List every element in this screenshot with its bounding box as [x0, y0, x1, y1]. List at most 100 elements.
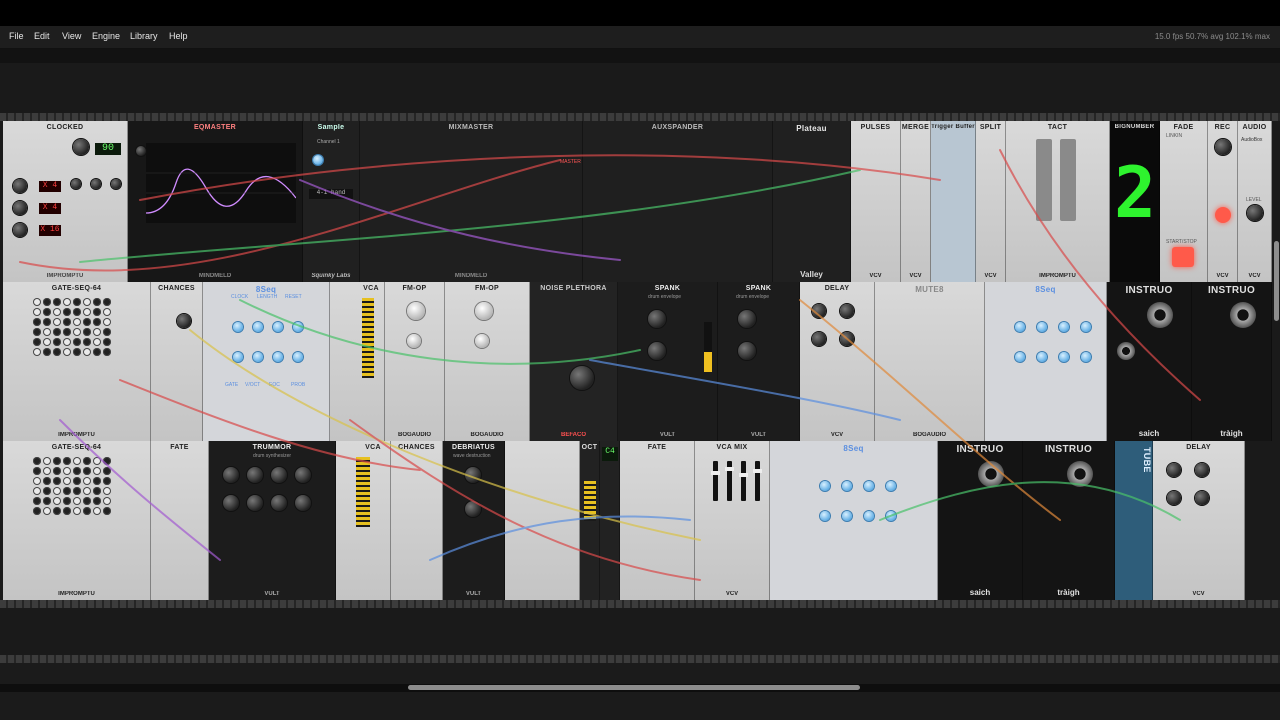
gate-step[interactable]	[53, 507, 61, 515]
step-knob[interactable]	[233, 352, 243, 362]
gate-step[interactable]	[53, 348, 61, 356]
trummor-knob[interactable]	[223, 467, 239, 483]
step-knob[interactable]	[293, 322, 303, 332]
gate-step[interactable]	[73, 328, 81, 336]
gate-step[interactable]	[93, 497, 101, 505]
gate-step[interactable]	[53, 318, 61, 326]
start-stop-button[interactable]	[1172, 247, 1194, 267]
gain-knob[interactable]	[136, 146, 146, 156]
gate-step[interactable]	[103, 497, 111, 505]
step-knob[interactable]	[273, 352, 283, 362]
gate-step[interactable]	[103, 487, 111, 495]
mix-knob[interactable]	[1195, 491, 1209, 505]
gate-step[interactable]	[43, 318, 51, 326]
gate-step[interactable]	[103, 298, 111, 306]
audio-level-knob[interactable]	[1247, 205, 1263, 221]
trummor-knob[interactable]	[295, 495, 311, 511]
gate-step[interactable]	[43, 338, 51, 346]
gate-step[interactable]	[93, 298, 101, 306]
step-knob[interactable]	[1059, 352, 1069, 362]
step-knob[interactable]	[820, 511, 830, 521]
step-knob[interactable]	[820, 481, 830, 491]
gate-step[interactable]	[93, 487, 101, 495]
gate-step[interactable]	[103, 467, 111, 475]
gate-step[interactable]	[43, 308, 51, 316]
feedback-knob[interactable]	[840, 304, 854, 318]
gate-step[interactable]	[53, 328, 61, 336]
filter-knob[interactable]	[570, 366, 594, 390]
delay-knob[interactable]	[111, 179, 121, 189]
gate-step[interactable]	[83, 338, 91, 346]
gate-step[interactable]	[83, 457, 91, 465]
menu-library[interactable]: Library	[130, 31, 158, 41]
gate-step[interactable]	[93, 318, 101, 326]
fine-knob[interactable]	[1117, 342, 1135, 360]
gate-step[interactable]	[33, 507, 41, 515]
gate-step[interactable]	[73, 308, 81, 316]
gate-step[interactable]	[43, 477, 51, 485]
gate-step[interactable]	[73, 487, 81, 495]
tone-knob[interactable]	[812, 332, 826, 346]
horizontal-scrollbar-thumb[interactable]	[408, 685, 860, 690]
gate-step[interactable]	[63, 467, 71, 475]
step-knob[interactable]	[253, 352, 263, 362]
gate-step[interactable]	[103, 318, 111, 326]
menu-view[interactable]: View	[62, 31, 81, 41]
gate-step[interactable]	[83, 298, 91, 306]
gate-step[interactable]	[33, 328, 41, 336]
gate-grid[interactable]	[33, 298, 111, 356]
ratio-knob[interactable]	[475, 302, 493, 320]
gate-step[interactable]	[63, 308, 71, 316]
drive-knob[interactable]	[465, 467, 481, 483]
gate-step[interactable]	[73, 298, 81, 306]
gate-step[interactable]	[103, 308, 111, 316]
attack-knob[interactable]	[738, 310, 756, 328]
frequency-knob[interactable]	[978, 461, 1004, 487]
gate-step[interactable]	[73, 507, 81, 515]
step-knob[interactable]	[253, 322, 263, 332]
gate-step[interactable]	[83, 497, 91, 505]
gate-step[interactable]	[33, 487, 41, 495]
gate-step[interactable]	[43, 467, 51, 475]
gate-step[interactable]	[53, 487, 61, 495]
depth-knob[interactable]	[475, 334, 489, 348]
step-knob[interactable]	[1015, 352, 1025, 362]
trummor-knob[interactable]	[223, 495, 239, 511]
menu-help[interactable]: Help	[169, 31, 188, 41]
gate-step[interactable]	[83, 328, 91, 336]
crush-knob[interactable]	[465, 501, 481, 517]
gate-step[interactable]	[103, 507, 111, 515]
gate-step[interactable]	[73, 457, 81, 465]
channel-fader[interactable]	[725, 461, 734, 501]
gate-step[interactable]	[43, 348, 51, 356]
gate-step[interactable]	[33, 318, 41, 326]
gate-step[interactable]	[93, 477, 101, 485]
frequency-knob[interactable]	[1067, 461, 1093, 487]
time-knob[interactable]	[812, 304, 826, 318]
menu-edit[interactable]: Edit	[34, 31, 50, 41]
gate-step[interactable]	[103, 348, 111, 356]
gate-step[interactable]	[83, 467, 91, 475]
gate-step[interactable]	[73, 348, 81, 356]
gate-step[interactable]	[63, 487, 71, 495]
gate-step[interactable]	[33, 298, 41, 306]
vertical-scrollbar-thumb[interactable]	[1274, 241, 1279, 321]
step-knob[interactable]	[864, 481, 874, 491]
gate-step[interactable]	[33, 457, 41, 465]
record-button[interactable]	[1215, 207, 1231, 223]
gate-step[interactable]	[33, 348, 41, 356]
gate-step[interactable]	[83, 348, 91, 356]
gate-step[interactable]	[83, 507, 91, 515]
gate-step[interactable]	[43, 507, 51, 515]
step-knob[interactable]	[864, 511, 874, 521]
tone-knob[interactable]	[1167, 491, 1181, 505]
gate-step[interactable]	[33, 467, 41, 475]
step-knob[interactable]	[1059, 322, 1069, 332]
tact-pad-left[interactable]	[1036, 139, 1052, 221]
ratio-knob[interactable]	[13, 223, 27, 237]
step-knob[interactable]	[1081, 352, 1091, 362]
trummor-knob[interactable]	[271, 495, 287, 511]
time-knob[interactable]	[1167, 463, 1181, 477]
frequency-knob[interactable]	[1147, 302, 1173, 328]
gate-step[interactable]	[63, 298, 71, 306]
